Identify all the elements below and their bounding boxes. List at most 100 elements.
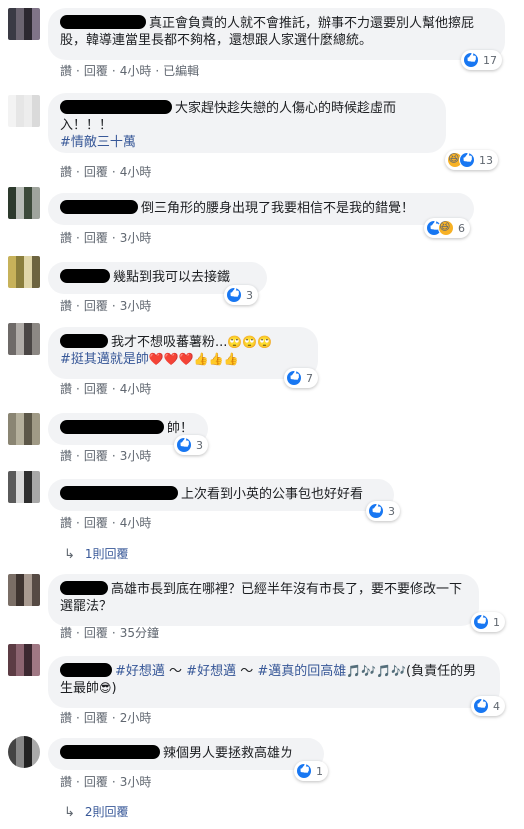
comment-bubble: 倒三角形的腰身出現了我要相信不是我的錯覺！ <box>48 193 474 225</box>
redacted-author[interactable] <box>60 100 172 114</box>
reply-button[interactable]: 回覆 <box>84 624 108 641</box>
reaction-count: 4 <box>493 699 500 713</box>
like-button[interactable]: 讚 <box>60 380 72 397</box>
reply-button[interactable]: 回覆 <box>84 709 108 726</box>
reaction-summary[interactable]: 1 <box>294 761 328 781</box>
comment-bubble: 上次看到小英的公事包也好好看 <box>48 479 394 511</box>
hashtag-link[interactable]: #挺其邁就是帥 <box>60 352 149 367</box>
hashtag-link[interactable]: #好想邁 <box>186 664 236 679</box>
reaction-summary[interactable]: 13 <box>445 150 498 170</box>
reaction-count: 3 <box>388 504 395 518</box>
avatar[interactable] <box>8 644 40 676</box>
timestamp[interactable]: 3小時 <box>120 773 152 790</box>
avatar[interactable] <box>8 323 40 355</box>
redacted-author[interactable] <box>60 15 146 29</box>
avatar[interactable] <box>8 574 40 606</box>
comment-text: 辣個男人要拯救高雄ㄌ <box>163 746 294 761</box>
avatar[interactable] <box>8 413 40 445</box>
like-button[interactable]: 讚 <box>60 709 72 726</box>
reply-button[interactable]: 回覆 <box>84 62 108 79</box>
redacted-author[interactable] <box>60 581 108 595</box>
redacted-author[interactable] <box>60 745 160 759</box>
timestamp[interactable]: 3小時 <box>120 229 152 246</box>
reaction-summary[interactable]: 17 <box>461 50 502 70</box>
comment-text: 我才不想吸蕃薯粉... <box>111 335 228 350</box>
reaction-summary[interactable]: 1 <box>471 612 505 632</box>
comment-text: 帥！ <box>167 421 194 436</box>
comment-actions: 讚 · 回覆 · 3小時 <box>60 773 152 790</box>
timestamp[interactable]: 3小時 <box>120 447 152 464</box>
view-replies-link[interactable]: ↳ 2則回覆 <box>64 803 129 820</box>
reaction-summary[interactable]: 3 <box>224 285 258 305</box>
reply-button[interactable]: 回覆 <box>84 514 108 531</box>
like-button[interactable]: 讚 <box>60 229 72 246</box>
comment-text: 倒三角形的腰身出現了我要相信不是我的錯覺！ <box>141 201 415 216</box>
emoji: ❤️❤️❤️👍👍👍 <box>148 352 239 366</box>
reply-button[interactable]: 回覆 <box>84 229 108 246</box>
reply-button[interactable]: 回覆 <box>84 297 108 314</box>
timestamp[interactable]: 2小時 <box>120 709 152 726</box>
reply-button[interactable]: 回覆 <box>84 163 108 180</box>
hashtag-link[interactable]: #情敵三十萬 <box>60 135 136 150</box>
like-reaction-icon <box>463 52 479 68</box>
reply-button[interactable]: 回覆 <box>84 773 108 790</box>
redacted-author[interactable] <box>60 269 110 283</box>
like-button[interactable]: 讚 <box>60 163 72 180</box>
reaction-summary[interactable]: 3 <box>174 435 208 455</box>
edited-label[interactable]: 已編輯 <box>163 62 199 79</box>
reaction-count: 17 <box>483 53 497 67</box>
comment-bubble: 我才不想吸蕃薯粉...🙄🙄🙄 #挺其邁就是帥❤️❤️❤️👍👍👍 <box>48 327 318 379</box>
like-reaction-icon <box>473 614 489 630</box>
avatar[interactable] <box>8 256 40 288</box>
timestamp[interactable]: 3小時 <box>120 297 152 314</box>
redacted-author[interactable] <box>60 420 164 434</box>
comment-text: 上次看到小英的公事包也好好看 <box>181 487 364 502</box>
view-replies-link[interactable]: ↳ 1則回覆 <box>64 545 129 562</box>
comment-bubble: 真正會負責的人就不會推託，辦事不力還要別人幫他擦屁股，韓導連當里長都不夠格，還想… <box>48 8 505 60</box>
reaction-summary[interactable]: 7 <box>284 368 318 388</box>
timestamp[interactable]: 4小時 <box>120 62 152 79</box>
hashtag-link[interactable]: #好想邁 <box>115 664 165 679</box>
emoji: 🙄🙄🙄 <box>227 335 273 349</box>
timestamp[interactable]: 4小時 <box>120 380 152 397</box>
like-button[interactable]: 讚 <box>60 62 72 79</box>
reply-button[interactable]: 回覆 <box>84 380 108 397</box>
comment-actions: 讚 · 回覆 · 3小時 <box>60 447 152 464</box>
redacted-author[interactable] <box>60 200 138 214</box>
timestamp[interactable]: 4小時 <box>120 514 152 531</box>
reaction-count: 13 <box>479 153 493 167</box>
timestamp[interactable]: 4小時 <box>120 163 152 180</box>
avatar[interactable] <box>8 471 40 503</box>
like-button[interactable]: 讚 <box>60 297 72 314</box>
like-button[interactable]: 讚 <box>60 624 72 641</box>
redacted-author[interactable] <box>60 334 108 348</box>
reaction-summary[interactable]: 6 <box>424 218 470 238</box>
like-reaction-icon <box>286 370 302 386</box>
comment-actions: 讚 · 回覆 · 35分鐘 <box>60 624 159 641</box>
redacted-author[interactable] <box>60 663 112 677</box>
reaction-summary[interactable]: 4 <box>471 696 505 716</box>
like-button[interactable]: 讚 <box>60 773 72 790</box>
like-reaction-icon <box>368 503 384 519</box>
timestamp[interactable]: 35分鐘 <box>120 624 159 641</box>
reaction-summary[interactable]: 3 <box>366 501 400 521</box>
comment-text: 幾點到我可以去接鐵 <box>113 270 231 285</box>
reaction-count: 6 <box>458 221 465 235</box>
comment-bubble: 辣個男人要拯救高雄ㄌ <box>48 738 324 770</box>
sunglasses-emoji: 😎 <box>99 681 112 695</box>
replies-count: 2則回覆 <box>84 805 129 819</box>
like-button[interactable]: 讚 <box>60 447 72 464</box>
music-emoji: 🎵🎶🎵🎶 <box>346 664 407 678</box>
comment-actions: 讚 · 回覆 · 3小時 <box>60 229 152 246</box>
avatar[interactable] <box>8 95 40 127</box>
avatar[interactable] <box>8 187 40 219</box>
like-button[interactable]: 讚 <box>60 514 72 531</box>
reply-button[interactable]: 回覆 <box>84 447 108 464</box>
comment-actions: 讚 · 回覆 · 4小時 <box>60 514 152 531</box>
like-reaction-icon <box>226 287 242 303</box>
avatar[interactable] <box>8 8 40 40</box>
hashtag-link[interactable]: #邁真的回高雄 <box>257 664 346 679</box>
avatar[interactable] <box>8 736 40 768</box>
reply-arrow-icon: ↳ <box>64 547 75 562</box>
redacted-author[interactable] <box>60 486 178 500</box>
